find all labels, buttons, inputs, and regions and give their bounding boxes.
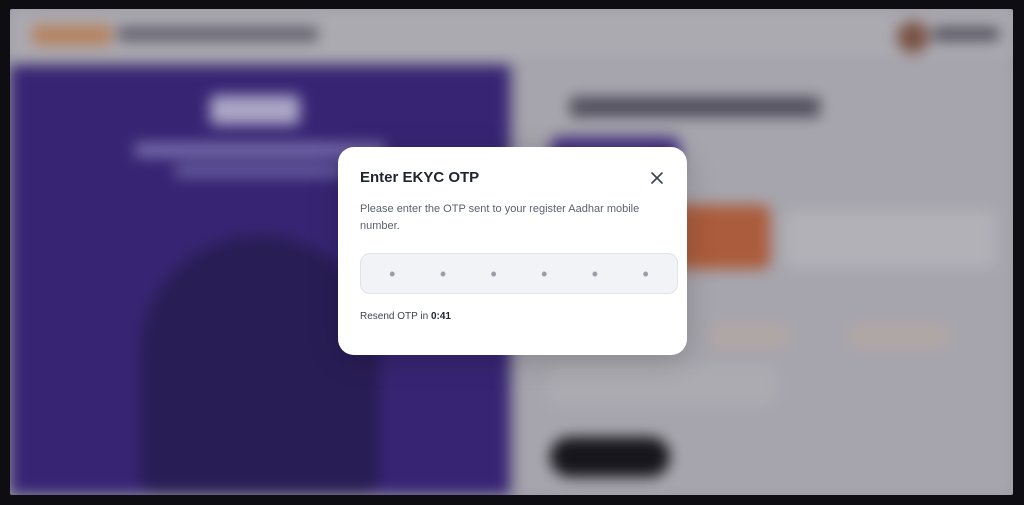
ekyc-otp-modal: Enter EKYC OTP Please enter the OTP sent… bbox=[338, 147, 687, 355]
otp-input[interactable]: • • • • • • bbox=[360, 253, 678, 294]
resend-otp-text: Resend OTP in 0:41 bbox=[360, 311, 451, 322]
resend-label: Resend OTP in bbox=[360, 311, 431, 322]
modal-title: Enter EKYC OTP bbox=[360, 169, 480, 186]
otp-digit[interactable]: • bbox=[582, 265, 608, 283]
otp-digit[interactable]: • bbox=[633, 265, 659, 283]
otp-digit[interactable]: • bbox=[379, 265, 405, 283]
modal-description: Please enter the OTP sent to your regist… bbox=[360, 203, 640, 232]
otp-digit[interactable]: • bbox=[531, 265, 557, 283]
close-icon bbox=[651, 172, 663, 184]
resend-timer: 0:41 bbox=[430, 311, 451, 322]
otp-digit[interactable]: • bbox=[430, 265, 456, 283]
close-button[interactable] bbox=[646, 167, 668, 189]
otp-digit[interactable]: • bbox=[481, 265, 507, 283]
